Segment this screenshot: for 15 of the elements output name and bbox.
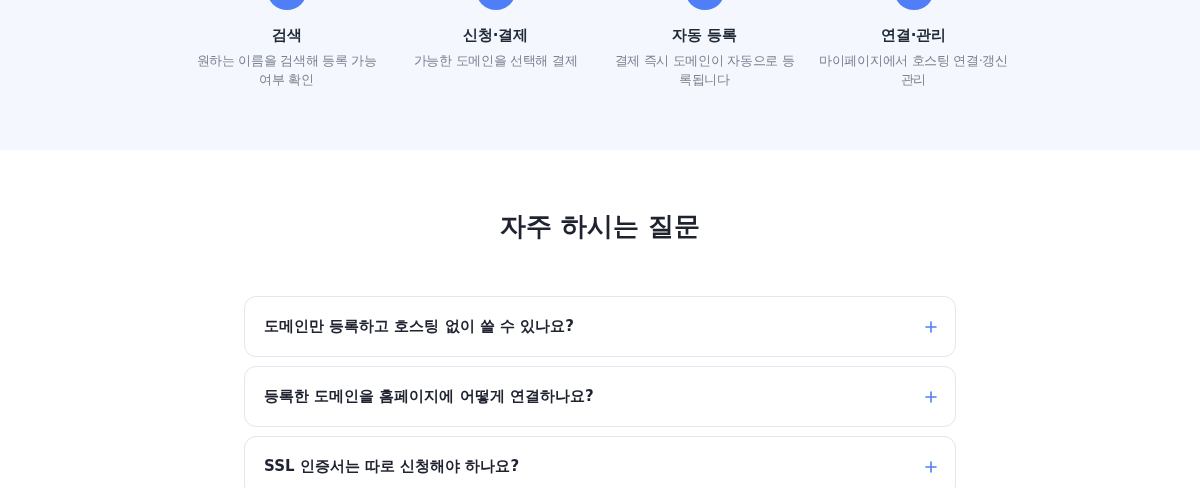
faq-question[interactable]: 등록한 도메인을 홈페이지에 어떻게 연결하나요? xyxy=(244,366,956,427)
step-title: 검색 xyxy=(271,25,302,46)
plus-icon xyxy=(925,320,937,333)
step-description: 원하는 이름을 검색해 등록 가능 여부 확인 xyxy=(195,52,378,89)
section-title: 자주 하시는 질문 xyxy=(499,210,701,243)
step-title: 연결·관리 xyxy=(880,25,947,46)
faq-question[interactable]: 도메인만 등록하고 호스팅 없이 쓸 수 있나요? xyxy=(244,296,956,357)
step-description: 결제 즉시 도메인이 자동으로 등록됩니다 xyxy=(613,52,796,89)
step-description: 가능한 도메인을 선택해 결제 xyxy=(413,52,578,70)
step-title: 신청·결제 xyxy=(462,25,529,46)
step-description: 마이페이지에서 호스팅 연결·갱신 관리 xyxy=(818,52,1009,89)
plus-icon xyxy=(925,390,937,403)
step-title: 자동 등록 xyxy=(671,25,738,46)
plus-icon xyxy=(925,460,937,473)
faq-question[interactable]: SSL 인증서는 따로 신청해야 하나요? xyxy=(244,436,956,488)
